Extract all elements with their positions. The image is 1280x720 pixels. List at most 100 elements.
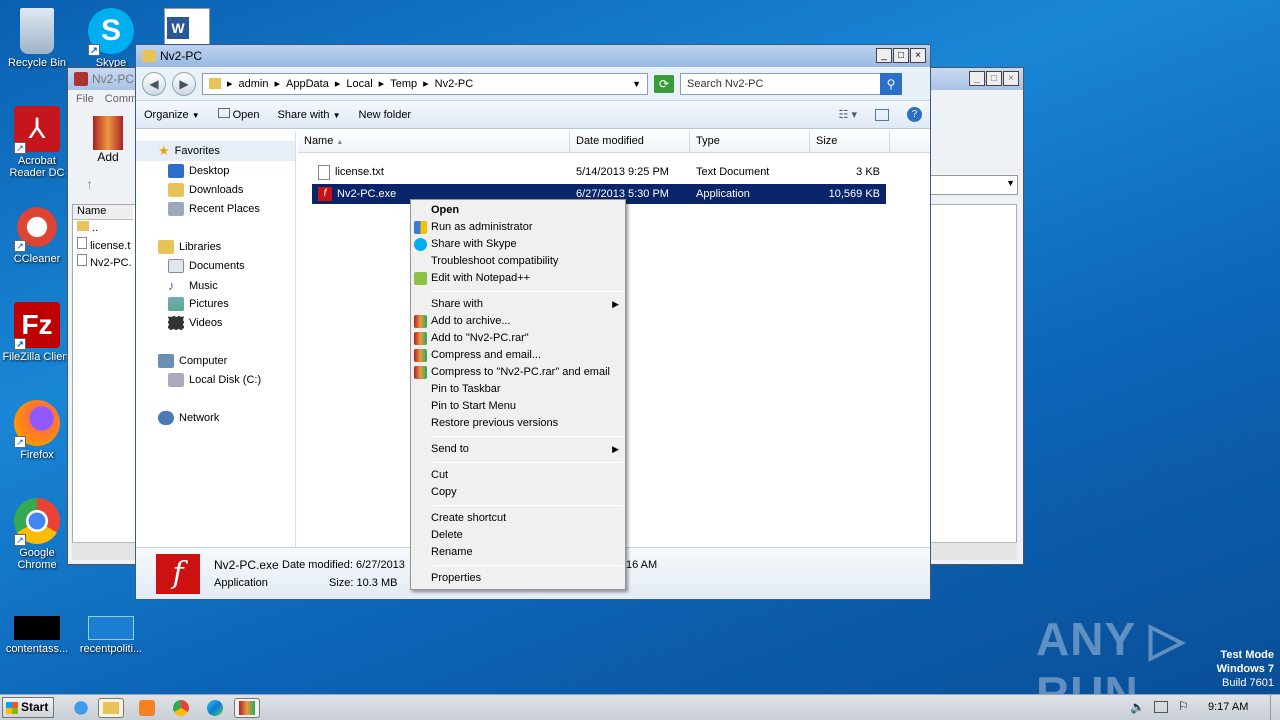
taskbar-explorer-icon[interactable] bbox=[98, 698, 124, 718]
show-desktop-button[interactable] bbox=[1270, 695, 1280, 720]
menu-item-copy[interactable]: Copy bbox=[411, 484, 625, 501]
nav-libraries[interactable]: Libraries bbox=[158, 240, 221, 254]
menu-item-pin-taskbar[interactable]: Pin to Taskbar bbox=[411, 381, 625, 398]
forward-button[interactable]: ▶ bbox=[172, 71, 196, 96]
clock[interactable]: 9:17 AM bbox=[1208, 701, 1248, 713]
start-button[interactable]: Start bbox=[2, 697, 54, 718]
minimize-button[interactable]: _ bbox=[876, 48, 892, 63]
menu-item-properties[interactable]: Properties bbox=[411, 570, 625, 587]
breadcrumb-admin[interactable]: admin bbox=[239, 78, 269, 90]
recent-places-icon bbox=[168, 202, 184, 216]
file-name-cell: license.txt bbox=[312, 164, 570, 180]
close-button[interactable]: × bbox=[910, 48, 926, 63]
menu-item-edit-notepadpp[interactable]: Edit with Notepad++ bbox=[411, 270, 625, 287]
help-icon[interactable]: ? bbox=[907, 107, 922, 122]
word-document-icon[interactable]: W bbox=[164, 8, 210, 48]
menu-item-restore-versions[interactable]: Restore previous versions bbox=[411, 415, 625, 432]
menu-item-add-archive[interactable]: Add to archive... bbox=[411, 313, 625, 330]
menu-item-create-shortcut[interactable]: Create shortcut bbox=[411, 510, 625, 527]
taskbar-ie-icon[interactable] bbox=[68, 698, 94, 718]
taskbar-media-player-icon[interactable] bbox=[134, 698, 160, 718]
col-name[interactable]: Name ▲ bbox=[298, 131, 570, 152]
menu-item-delete[interactable]: Delete bbox=[411, 527, 625, 544]
nav-pictures[interactable]: Pictures bbox=[168, 297, 229, 311]
tray-network-icon[interactable] bbox=[1154, 701, 1168, 713]
desktop-icon-firefox[interactable]: ↗ Firefox bbox=[0, 400, 74, 461]
menu-commands[interactable]: Comm bbox=[105, 93, 137, 105]
menu-item-cut[interactable]: Cut bbox=[411, 467, 625, 484]
preview-pane-icon[interactable] bbox=[875, 108, 889, 121]
menu-item-run-as-admin[interactable]: Run as administrator bbox=[411, 219, 625, 236]
menu-item-share-skype[interactable]: Share with Skype bbox=[411, 236, 625, 253]
tray-volume-icon[interactable]: 🔈 bbox=[1130, 700, 1145, 714]
minimize-button[interactable]: _ bbox=[969, 71, 985, 86]
taskbar-edge-icon[interactable] bbox=[202, 698, 228, 718]
desktop-icon-ccleaner[interactable]: ↗ CCleaner bbox=[0, 204, 74, 265]
nav-downloads[interactable]: Downloads bbox=[168, 183, 243, 197]
desktop-icon-acrobat[interactable]: ⅄ ↗ Acrobat Reader DC bbox=[0, 106, 74, 179]
file-row-license[interactable]: license.txt 5/14/2013 9:25 PM Text Docum… bbox=[312, 162, 886, 182]
nav-documents[interactable]: Documents bbox=[168, 259, 245, 273]
menu-item-add-rar[interactable]: Add to "Nv2-PC.rar" bbox=[411, 330, 625, 347]
col-size[interactable]: Size bbox=[810, 131, 890, 152]
nav-desktop[interactable]: Desktop bbox=[168, 164, 229, 178]
desktop-icon-recentpoliti[interactable]: recentpoliti... bbox=[74, 616, 148, 655]
breadcrumb-appdata[interactable]: AppData bbox=[286, 78, 329, 90]
desktop-icon-chrome[interactable]: ↗ Google Chrome bbox=[0, 498, 74, 571]
taskbar-chrome-icon[interactable] bbox=[168, 698, 194, 718]
nav-label: Music bbox=[189, 279, 218, 292]
menu-file[interactable]: File bbox=[76, 93, 94, 105]
submenu-arrow-icon: ▶ bbox=[612, 299, 619, 309]
taskbar-winrar-icon[interactable] bbox=[234, 698, 260, 718]
col-date[interactable]: Date modified bbox=[570, 131, 690, 152]
nav-favorites[interactable]: ★ Favorites bbox=[136, 141, 295, 161]
desktop-icon-filezilla[interactable]: Fz ↗ FileZilla Client bbox=[0, 302, 74, 363]
breadcrumb[interactable]: ▸ admin ▸ AppData ▸ Local ▸ Temp ▸ Nv2-P… bbox=[202, 72, 648, 95]
share-with-button[interactable]: Share with ▼ bbox=[278, 109, 341, 121]
search-input[interactable]: Search Nv2-PC ⚲ bbox=[680, 72, 902, 95]
nav-local-disk[interactable]: Local Disk (C:) bbox=[168, 373, 261, 387]
nav-music[interactable]: ♪ Music bbox=[168, 278, 218, 293]
winrar-add-button[interactable]: Add bbox=[90, 116, 126, 164]
col-type[interactable]: Type bbox=[690, 131, 810, 152]
menu-item-compress-rar-email[interactable]: Compress to "Nv2-PC.rar" and email bbox=[411, 364, 625, 381]
maximize-button[interactable]: □ bbox=[986, 71, 1002, 86]
back-button[interactable]: ◀ bbox=[142, 71, 166, 96]
desktop-icon-recycle-bin[interactable]: Recycle Bin bbox=[0, 8, 74, 69]
explorer-titlebar[interactable]: Nv2-PC _ □ × bbox=[136, 45, 930, 67]
winrar-path-field[interactable]: ▼ bbox=[930, 175, 1018, 195]
menu-item-send-to[interactable]: Send to ▶ bbox=[411, 441, 625, 458]
organize-button[interactable]: Organize ▼ bbox=[144, 109, 200, 121]
menu-item-share-with[interactable]: Share with ▶ bbox=[411, 296, 625, 313]
maximize-button[interactable]: □ bbox=[893, 48, 909, 63]
chevron-down-icon[interactable]: ▼ bbox=[632, 79, 641, 89]
new-folder-button[interactable]: New folder bbox=[359, 109, 412, 121]
menu-separator bbox=[433, 505, 623, 506]
nav-computer[interactable]: Computer bbox=[158, 354, 227, 368]
menu-item-compress-email[interactable]: Compress and email... bbox=[411, 347, 625, 364]
menu-item-troubleshoot[interactable]: Troubleshoot compatibility bbox=[411, 253, 625, 270]
breadcrumb-nv2pc[interactable]: Nv2-PC bbox=[435, 78, 474, 90]
view-options-icon[interactable]: ☷ ▾ bbox=[839, 108, 857, 121]
tray-flag-icon[interactable]: ⚐ bbox=[1178, 699, 1189, 713]
desktop-icon-contentass[interactable]: contentass... bbox=[0, 616, 74, 655]
col-name-header[interactable]: Name bbox=[73, 205, 133, 220]
menu-item-rename[interactable]: Rename bbox=[411, 544, 625, 561]
chevron-down-icon[interactable]: ▼ bbox=[1006, 178, 1015, 188]
open-button[interactable]: Open bbox=[217, 108, 260, 121]
menu-label: Add to "Nv2-PC.rar" bbox=[431, 332, 529, 344]
refresh-icon[interactable]: ⟳ bbox=[654, 74, 674, 93]
breadcrumb-temp[interactable]: Temp bbox=[390, 78, 417, 90]
up-arrow-icon[interactable]: ↑ bbox=[86, 176, 93, 192]
context-menu[interactable]: Open Run as administrator Share with Sky… bbox=[410, 199, 626, 590]
file-type: Application bbox=[696, 188, 750, 200]
winrar-menubar: File Comm bbox=[76, 93, 137, 105]
close-button[interactable]: × bbox=[1003, 71, 1019, 86]
nav-recent-places[interactable]: Recent Places bbox=[168, 202, 260, 216]
search-icon[interactable]: ⚲ bbox=[880, 72, 902, 95]
nav-network[interactable]: Network bbox=[158, 411, 219, 425]
menu-item-open[interactable]: Open bbox=[411, 202, 625, 219]
breadcrumb-local[interactable]: Local bbox=[346, 78, 372, 90]
menu-item-pin-start[interactable]: Pin to Start Menu bbox=[411, 398, 625, 415]
nav-videos[interactable]: Videos bbox=[168, 316, 222, 330]
